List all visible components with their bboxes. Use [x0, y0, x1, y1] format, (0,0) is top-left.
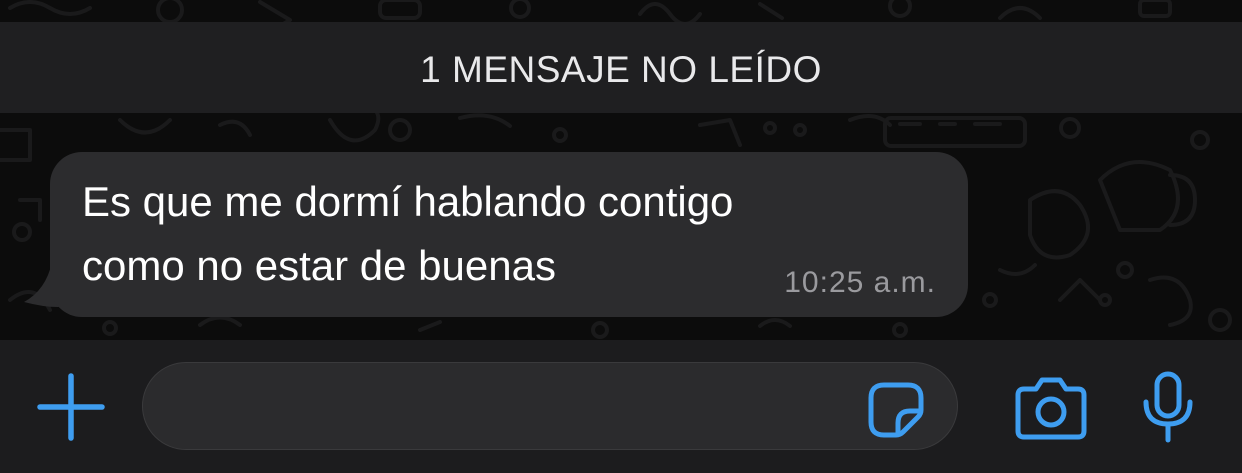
- unread-messages-banner: 1 MENSAJE NO LEÍDO: [0, 22, 1242, 113]
- message-input[interactable]: [142, 362, 958, 450]
- sticker-icon[interactable]: [866, 380, 926, 440]
- plus-icon[interactable]: [36, 372, 106, 442]
- message-timestamp: 10:25 a.m.: [784, 266, 936, 299]
- camera-icon[interactable]: [1014, 375, 1088, 441]
- microphone-icon[interactable]: [1138, 370, 1198, 444]
- unread-banner-label: 1 MENSAJE NO LEÍDO: [420, 48, 822, 90]
